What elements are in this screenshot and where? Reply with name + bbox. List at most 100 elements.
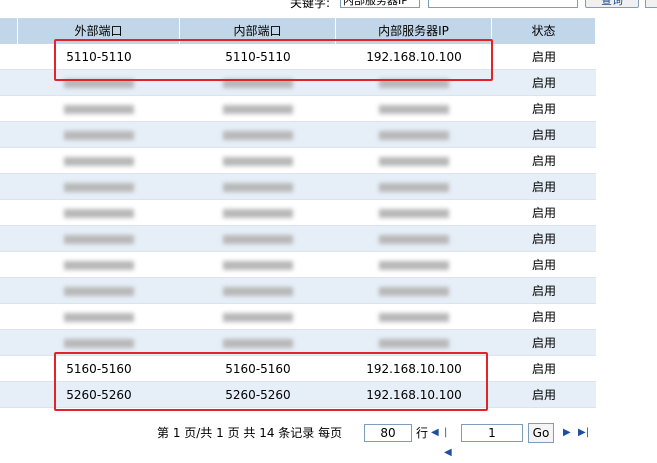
first-icon[interactable]: |◀ [444,423,452,463]
header-external-port: 外部端口 [18,18,180,44]
table-row[interactable]: 启用 [0,252,596,278]
search-button[interactable]: 查询 [585,0,639,8]
server-ip-cell: 192.168.10.100 [366,362,462,376]
redacted-value [223,105,293,114]
table-row[interactable]: 启用 [0,226,596,252]
internal-port-cell [180,200,336,226]
redacted-value [223,209,293,218]
table-row[interactable]: 启用 [0,148,596,174]
table-row[interactable]: 启用 [0,304,596,330]
redacted-value [64,131,134,140]
row-select-cell [0,304,18,330]
port-mapping-table: 外部端口 内部端口 内部服务器IP 状态 5110-5110 5110-5110 1… [0,18,596,408]
row-select-cell [0,330,18,356]
row-select-cell [0,252,18,278]
table-row[interactable]: 启用 [0,278,596,304]
header-internal-port: 内部端口 [180,18,336,44]
redacted-value [64,183,134,192]
status-cell: 启用 [531,232,556,246]
internal-port-cell: 5260-5260 [225,388,291,402]
external-port-cell: 5260-5260 [66,388,132,402]
redacted-value [64,79,134,88]
status-cell: 启用 [531,128,556,142]
status-cell: 启用 [531,362,556,376]
redacted-value [379,235,449,244]
redacted-value [223,79,293,88]
internal-port-cell [180,122,336,148]
row-select-cell [0,382,18,408]
server-ip-cell [336,174,492,200]
pager-summary: 第 1 页/共 1 页 共 14 条记录 每页 [157,426,343,440]
server-ip-cell: 192.168.10.100 [366,388,462,402]
redacted-value [379,287,449,296]
row-divider [0,407,596,408]
per-page-input[interactable]: 80 [364,424,412,442]
keyword-select[interactable]: 内部服务器IP [340,0,420,8]
external-port-cell [18,278,180,304]
status-cell: 启用 [531,388,556,402]
page-input[interactable]: 1 [461,424,523,442]
table-row[interactable]: 5110-5110 5110-5110 192.168.10.100 启用 [0,44,596,70]
row-select-cell [0,44,18,70]
external-port-cell [18,304,180,330]
redacted-value [223,313,293,322]
redacted-value [223,157,293,166]
internal-port-cell [180,148,336,174]
internal-port-cell: 5160-5160 [225,362,291,376]
external-port-cell [18,174,180,200]
next-icon[interactable]: ▶ [563,423,571,443]
server-ip-cell: 192.168.10.100 [366,50,462,64]
internal-port-cell [180,278,336,304]
redacted-value [64,287,134,296]
row-select-cell [0,278,18,304]
header-select-col [0,18,18,44]
redacted-value [379,157,449,166]
server-ip-cell [336,96,492,122]
server-ip-cell [336,148,492,174]
table-row[interactable]: 启用 [0,174,596,200]
status-cell: 启用 [531,258,556,272]
redacted-value [379,339,449,348]
redacted-value [379,261,449,270]
go-button[interactable]: Go [528,423,554,443]
table-header: 外部端口 内部端口 内部服务器IP 状态 [0,18,596,44]
row-select-cell [0,356,18,382]
table-row[interactable]: 5160-5160 5160-5160 192.168.10.100 启用 [0,356,596,382]
redacted-value [379,131,449,140]
redacted-value [379,79,449,88]
prev-icon[interactable]: ◀ [431,423,439,443]
table-row[interactable]: 启用 [0,96,596,122]
external-port-cell [18,226,180,252]
table-row[interactable]: 启用 [0,330,596,356]
server-ip-cell [336,330,492,356]
external-port-cell: 5110-5110 [66,50,132,64]
redacted-value [223,183,293,192]
internal-port-cell: 5110-5110 [225,50,291,64]
status-cell: 启用 [531,284,556,298]
table-row[interactable]: 启用 [0,122,596,148]
external-port-cell: 5160-5160 [66,362,132,376]
table-body: 5110-5110 5110-5110 192.168.10.100 启用 启用 启用 启用… [0,44,596,408]
keyword-input[interactable] [428,0,578,8]
internal-port-cell [180,70,336,96]
redacted-value [64,209,134,218]
external-port-cell [18,70,180,96]
redacted-value [379,313,449,322]
table-row[interactable]: 启用 [0,70,596,96]
external-port-cell [18,252,180,278]
table-row[interactable]: 启用 [0,200,596,226]
internal-port-cell [180,330,336,356]
server-ip-cell [336,200,492,226]
row-select-cell [0,174,18,200]
server-ip-cell [336,226,492,252]
last-icon[interactable]: ▶| [578,423,589,443]
status-cell: 启用 [531,180,556,194]
extra-button[interactable] [645,0,657,8]
table-row[interactable]: 5260-5260 5260-5260 192.168.10.100 启用 [0,382,596,408]
status-cell: 启用 [531,154,556,168]
redacted-value [64,235,134,244]
external-port-cell [18,200,180,226]
keyword-label: 关键字: [290,0,331,10]
external-port-cell [18,96,180,122]
redacted-value [64,313,134,322]
